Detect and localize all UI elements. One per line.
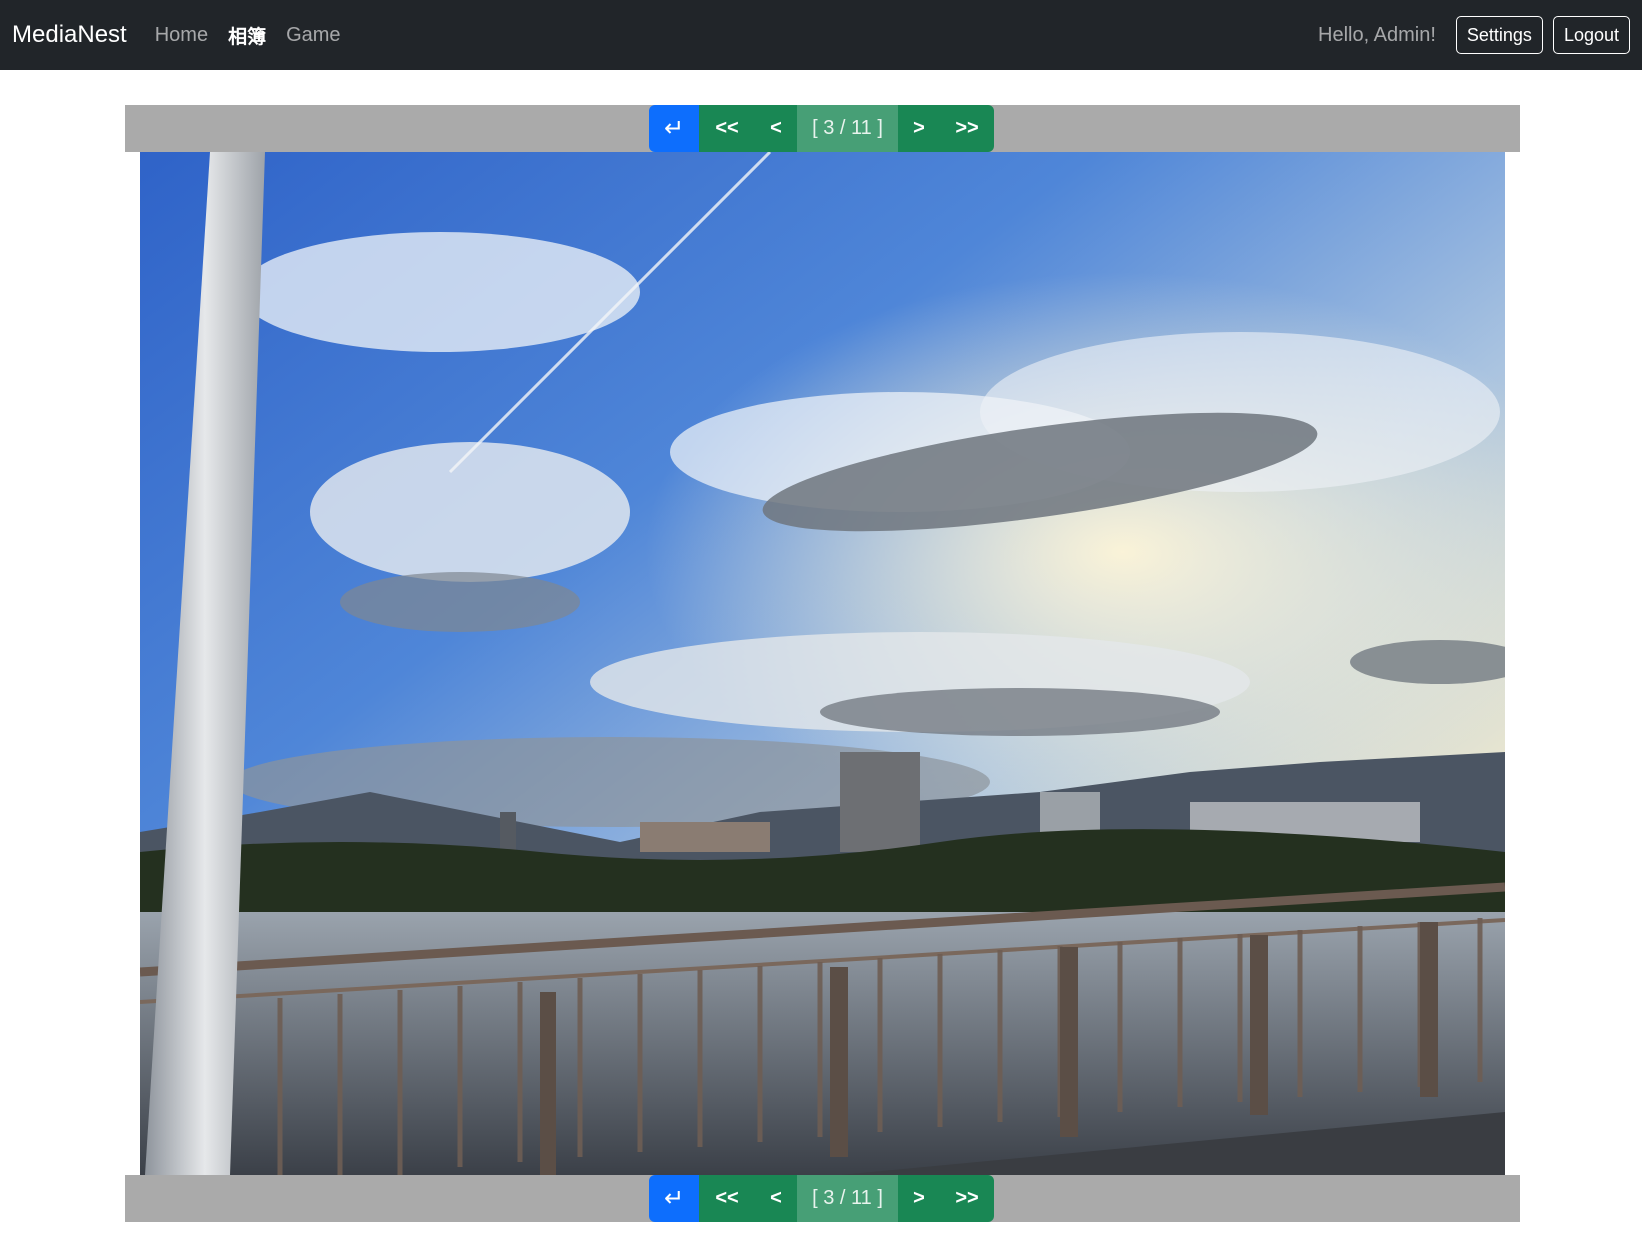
navbar-user-area: Hello, Admin! Settings Logout: [1318, 16, 1630, 54]
nav-link-home[interactable]: Home: [155, 24, 208, 47]
first-photo-button[interactable]: <<: [699, 105, 755, 152]
next-photo-button[interactable]: >: [898, 105, 940, 152]
return-arrow-icon: ↵: [663, 115, 685, 142]
pager-bar-bottom: ↵ << < [ 3 / 11 ] > >>: [125, 1175, 1520, 1222]
previous-photo-button[interactable]: <: [755, 1175, 797, 1222]
user-greeting: Hello, Admin!: [1318, 23, 1436, 46]
photo-counter: [ 3 / 11 ]: [797, 105, 898, 152]
first-photo-button[interactable]: <<: [699, 1175, 755, 1222]
back-to-album-button[interactable]: ↵: [649, 1175, 699, 1222]
settings-button[interactable]: Settings: [1455, 16, 1543, 54]
last-photo-button[interactable]: >>: [940, 105, 994, 152]
last-photo-button[interactable]: >>: [940, 1175, 994, 1222]
return-arrow-icon: ↵: [663, 1185, 685, 1212]
pager-bar-top: ↵ << < [ 3 / 11 ] > >>: [125, 105, 1520, 152]
nav-link-game[interactable]: Game: [286, 24, 340, 47]
nav-link-album[interactable]: 相簿: [228, 22, 266, 49]
top-navbar: MediaNest Home 相簿 Game Hello, Admin! Set…: [0, 0, 1642, 70]
previous-photo-button[interactable]: <: [755, 105, 797, 152]
brand-logo[interactable]: MediaNest: [12, 21, 127, 49]
logout-button[interactable]: Logout: [1552, 16, 1630, 54]
photo-counter: [ 3 / 11 ]: [797, 1175, 898, 1222]
back-to-album-button[interactable]: ↵: [649, 105, 699, 152]
pager-button-group-top: ↵ << < [ 3 / 11 ] > >>: [649, 105, 994, 152]
next-photo-button[interactable]: >: [898, 1175, 940, 1222]
pager-button-group-bottom: ↵ << < [ 3 / 11 ] > >>: [649, 1175, 994, 1222]
album-photo[interactable]: [140, 152, 1505, 1175]
